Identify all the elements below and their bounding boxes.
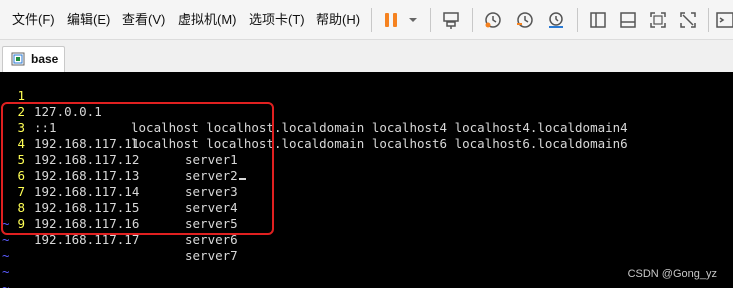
menu-bar: 文件(F) 编辑(E) 查看(V) 虚拟机(M) 选项卡(T) 帮助(H) <box>0 0 733 40</box>
watermark: CSDN @Gong_yz <box>627 268 717 280</box>
tab-strip: base <box>0 40 733 72</box>
send-keys-icon[interactable] <box>440 9 462 31</box>
toolbar-separator <box>430 8 431 32</box>
menu-vm[interactable]: 虚拟机(M) <box>178 11 237 29</box>
revert-snapshot-icon[interactable] <box>514 9 536 31</box>
tab-label: base <box>31 52 59 66</box>
dropdown-icon[interactable] <box>402 9 424 31</box>
fullscreen-icon[interactable] <box>647 9 669 31</box>
vm-icon <box>11 52 25 66</box>
menu-view[interactable]: 查看(V) <box>122 11 165 29</box>
unity-icon[interactable] <box>677 9 699 31</box>
toolbar-separator <box>708 8 709 32</box>
menu-tabs[interactable]: 选项卡(T) <box>249 11 305 29</box>
toolbar-separator <box>371 8 372 32</box>
toolbar-separator <box>577 8 578 32</box>
empty-line-marker: ~ <box>2 248 10 263</box>
terminal-line: 1 127.0.0.1 localhost localhost.localdom… <box>0 72 733 135</box>
console-icon[interactable] <box>714 9 733 31</box>
empty-line-marker: ~ <box>2 264 10 279</box>
menu-edit[interactable]: 编辑(E) <box>67 11 110 29</box>
tab-base[interactable]: base <box>2 46 65 72</box>
hostname: server7 <box>185 248 238 263</box>
toolbar-separator <box>472 8 473 32</box>
snapshot-manager-icon[interactable] <box>545 9 567 31</box>
pause-icon[interactable] <box>380 9 402 31</box>
menu-file[interactable]: 文件(F) <box>12 11 55 29</box>
highlight-annotation-box <box>1 102 274 235</box>
thumbnail-icon[interactable] <box>617 9 639 31</box>
snapshot-icon[interactable] <box>482 9 504 31</box>
sidebar-icon[interactable] <box>587 9 609 31</box>
empty-line-marker: ~ <box>2 280 10 288</box>
menu-help[interactable]: 帮助(H) <box>316 11 360 29</box>
